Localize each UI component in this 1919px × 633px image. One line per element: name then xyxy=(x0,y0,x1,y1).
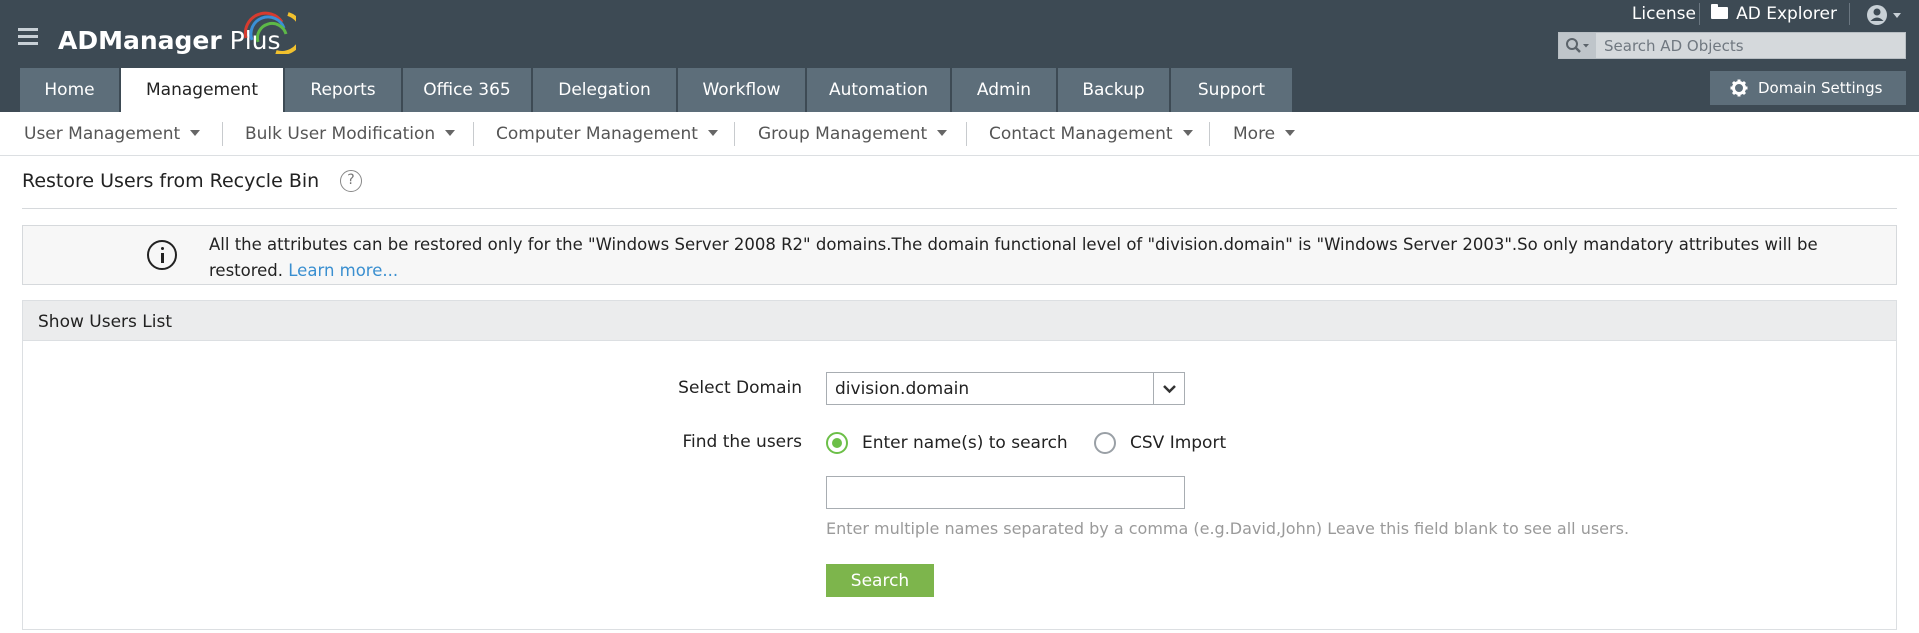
logo-arc-icon xyxy=(243,11,296,54)
divider xyxy=(1699,3,1700,25)
domain-select-value: division.domain xyxy=(835,379,970,399)
tab-home[interactable]: Home xyxy=(20,68,119,112)
divider xyxy=(966,122,967,146)
chevron-down-icon xyxy=(707,130,718,136)
radio-csv-import-label[interactable]: CSV Import xyxy=(1130,433,1226,453)
divider xyxy=(1209,122,1210,146)
tab-workflow[interactable]: Workflow xyxy=(678,68,805,112)
search-ad-objects xyxy=(1558,32,1906,59)
user-avatar-icon xyxy=(1867,5,1901,25)
tab-management[interactable]: Management xyxy=(121,68,283,112)
search-icon[interactable] xyxy=(1559,33,1596,58)
subnav-user-management[interactable]: User Management xyxy=(24,124,201,144)
names-hint: Enter multiple names separated by a comm… xyxy=(826,519,1630,538)
info-banner: All the attributes can be restored only … xyxy=(22,225,1897,285)
select-domain-label: Select Domain xyxy=(678,378,802,398)
hamburger-menu-icon[interactable] xyxy=(18,28,38,46)
license-link[interactable]: License xyxy=(1632,4,1696,24)
divider xyxy=(1849,3,1850,25)
tab-support[interactable]: Support xyxy=(1171,68,1292,112)
divider xyxy=(22,208,1897,209)
panel-title: Show Users List xyxy=(38,312,172,332)
tab-office-365[interactable]: Office 365 xyxy=(403,68,531,112)
subnav-computer-management[interactable]: Computer Management xyxy=(496,124,718,144)
radio-enter-names[interactable] xyxy=(826,432,848,454)
main-tabs: Home Management Reports Office 365 Deleg… xyxy=(20,68,1294,112)
tab-delegation[interactable]: Delegation xyxy=(533,68,676,112)
radio-csv-import[interactable] xyxy=(1094,432,1116,454)
chevron-down-icon xyxy=(1285,130,1296,136)
tab-admin[interactable]: Admin xyxy=(952,68,1056,112)
search-button[interactable]: Search xyxy=(826,564,934,597)
find-users-label: Find the users xyxy=(682,432,802,452)
show-users-panel: Show Users List xyxy=(22,300,1897,630)
divider xyxy=(734,122,735,146)
folder-icon xyxy=(1711,4,1729,19)
radio-enter-names-label[interactable]: Enter name(s) to search xyxy=(862,433,1068,453)
subnav-bulk-user-modification[interactable]: Bulk User Modification xyxy=(245,124,456,144)
top-header: ADManager Plus License AD Explorer Searc… xyxy=(0,0,1919,112)
tab-backup[interactable]: Backup xyxy=(1058,68,1169,112)
domain-settings-label: Domain Settings xyxy=(1758,79,1883,97)
ad-explorer-link[interactable]: AD Explorer xyxy=(1711,4,1837,24)
chevron-down-icon xyxy=(1182,130,1193,136)
domain-select[interactable]: division.domain xyxy=(826,372,1185,405)
gear-icon xyxy=(1730,79,1748,97)
domain-settings-button[interactable]: Domain Settings xyxy=(1710,71,1906,105)
names-input[interactable] xyxy=(826,476,1185,509)
tab-reports[interactable]: Reports xyxy=(285,68,401,112)
subnav-group-management[interactable]: Group Management xyxy=(758,124,948,144)
chevron-down-icon xyxy=(1893,13,1901,18)
tab-automation[interactable]: Automation xyxy=(807,68,950,112)
learn-more-link[interactable]: Learn more... xyxy=(288,261,398,280)
panel-header: Show Users List xyxy=(23,301,1896,341)
page-title: Restore Users from Recycle Bin xyxy=(22,170,320,192)
divider xyxy=(473,122,474,146)
search-input[interactable] xyxy=(1604,35,1894,56)
help-icon[interactable]: ? xyxy=(340,170,362,192)
subnav-more[interactable]: More xyxy=(1233,124,1296,144)
user-menu[interactable] xyxy=(1864,2,1906,28)
chevron-down-icon xyxy=(937,130,948,136)
chevron-down-icon xyxy=(190,130,201,136)
divider xyxy=(222,122,223,146)
chevron-down-icon xyxy=(445,130,456,136)
chevron-down-icon[interactable] xyxy=(1153,373,1184,404)
subnav-contact-management[interactable]: Contact Management xyxy=(989,124,1193,144)
ad-explorer-label: AD Explorer xyxy=(1736,4,1837,24)
info-text: All the attributes can be restored only … xyxy=(209,232,1869,284)
info-icon xyxy=(147,240,177,270)
info-message: All the attributes can be restored only … xyxy=(209,235,1818,280)
